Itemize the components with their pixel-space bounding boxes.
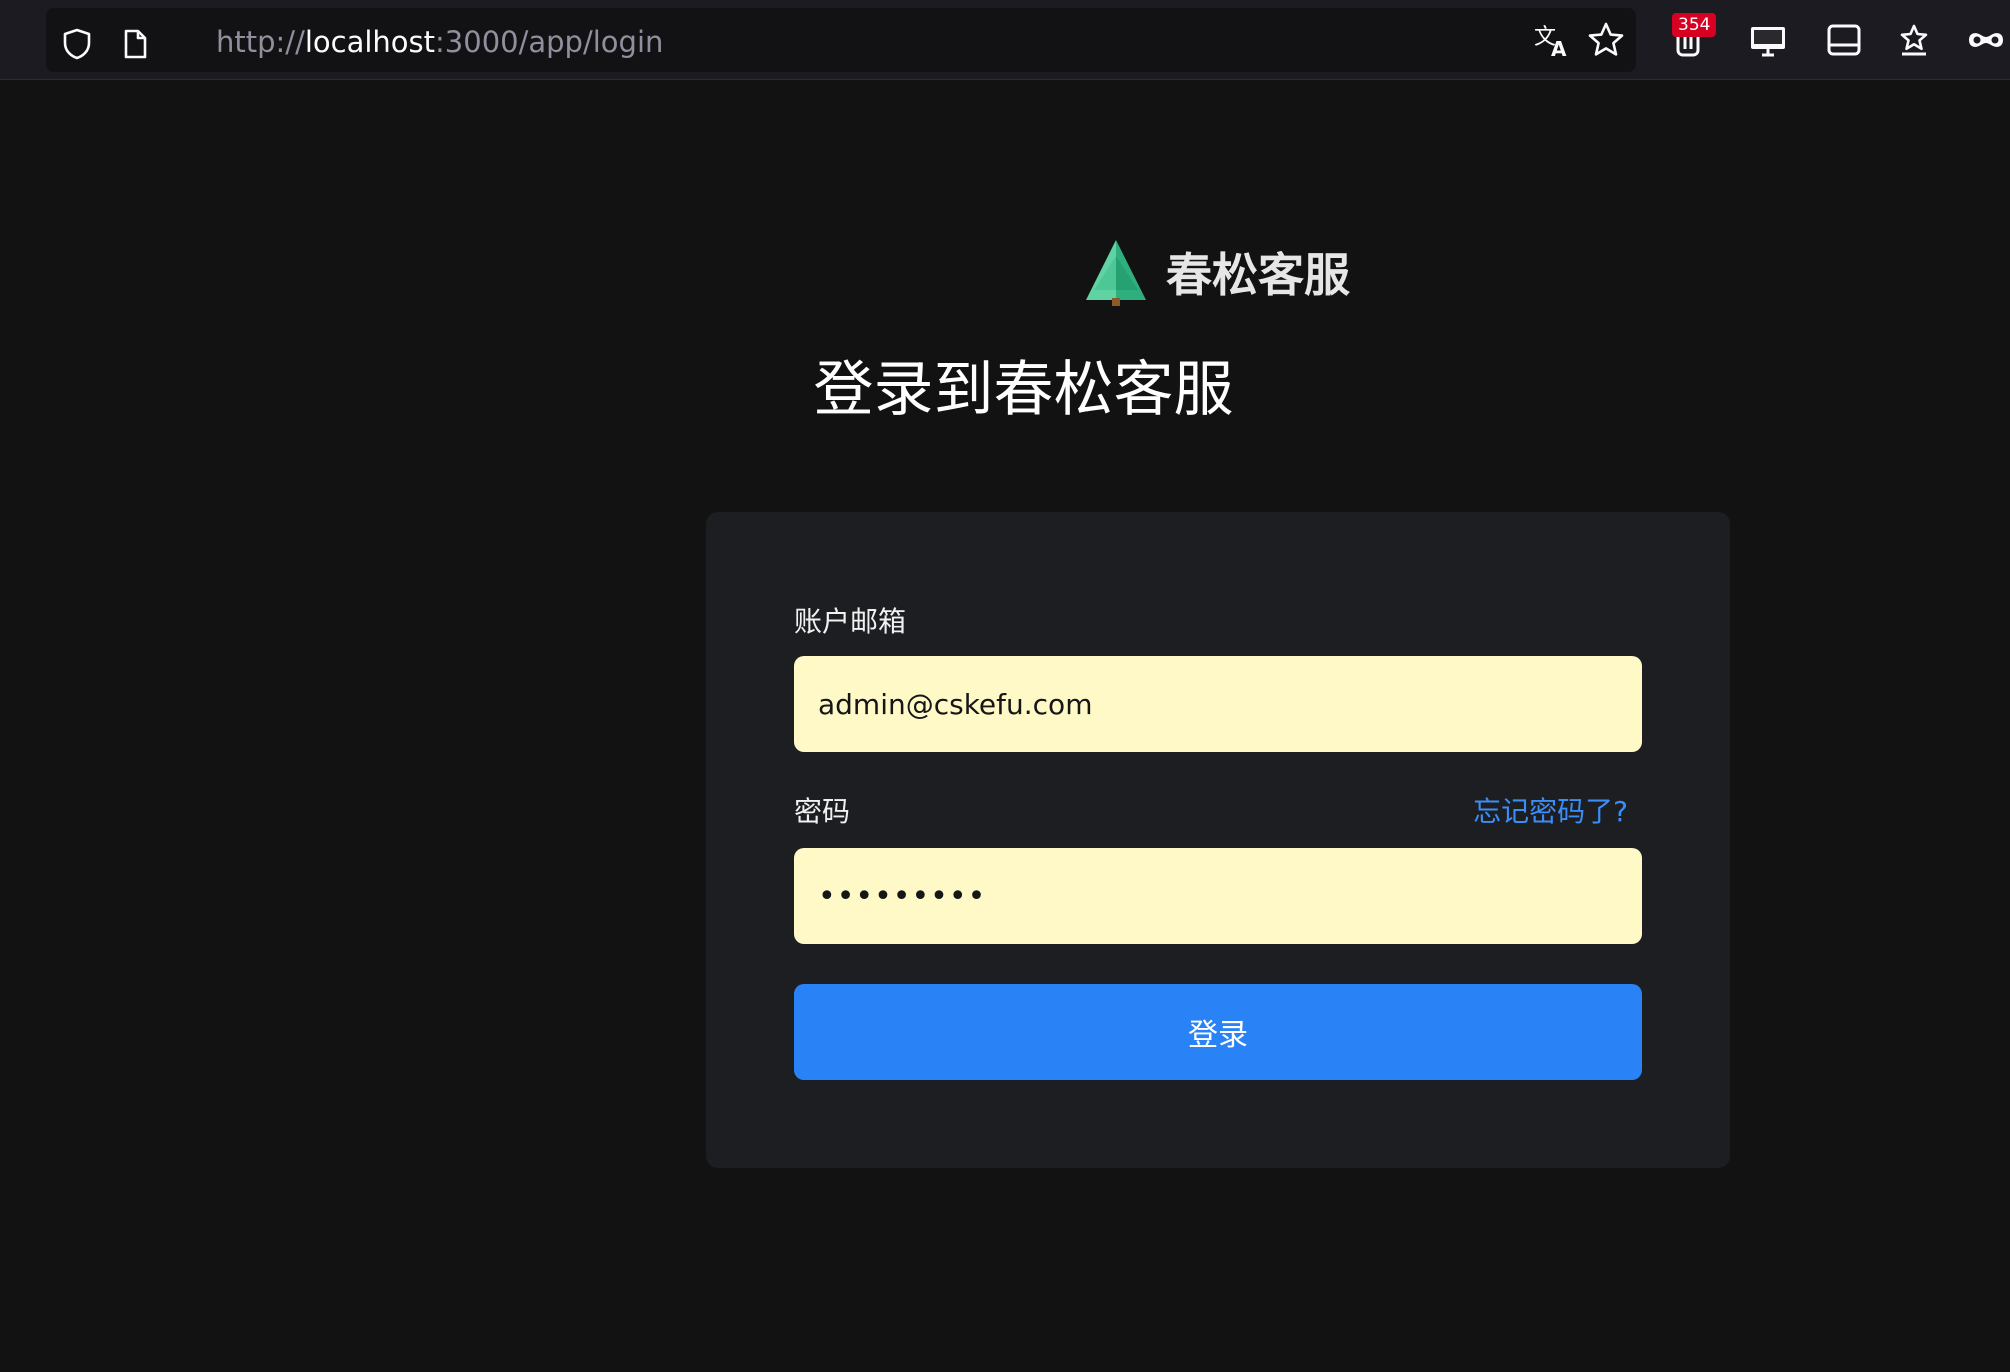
login-card: 账户邮箱 密码 忘记密码了? 登录 [706, 512, 1730, 1168]
url-text[interactable]: http://localhost:3000/app/login [216, 24, 663, 60]
login-button[interactable]: 登录 [794, 984, 1642, 1080]
brand-name: 春松客服 [1166, 248, 1350, 302]
sidebar-icon[interactable] [1824, 20, 1864, 60]
email-label: 账户邮箱 [794, 605, 907, 638]
password-field[interactable] [794, 848, 1642, 944]
translate-icon[interactable]: 文 A [1532, 20, 1572, 61]
url-path: :3000/app/login [435, 25, 664, 59]
pine-tree-icon [1078, 238, 1154, 310]
page-icon[interactable] [120, 28, 150, 60]
extension-badge: 354 [1672, 13, 1717, 37]
url-scheme: http:// [216, 25, 305, 59]
svg-text:A: A [1551, 37, 1567, 60]
star-icon[interactable] [1586, 20, 1626, 60]
star-list-icon[interactable] [1894, 20, 1934, 60]
url-host: localhost [304, 25, 436, 59]
shield-icon[interactable] [62, 28, 92, 60]
forgot-password-link[interactable]: 忘记密码了? [1473, 794, 1628, 830]
monitor-icon[interactable] [1748, 20, 1788, 60]
password-label: 密码 [794, 795, 851, 828]
email-field[interactable] [794, 656, 1642, 752]
mask-icon[interactable] [1966, 20, 2006, 60]
browser-toolbar: http://localhost:3000/app/login 文 A 354 [0, 0, 2010, 80]
address-bar[interactable]: http://localhost:3000/app/login 文 A [46, 8, 1636, 72]
page-title: 登录到春松客服 [813, 355, 1234, 425]
